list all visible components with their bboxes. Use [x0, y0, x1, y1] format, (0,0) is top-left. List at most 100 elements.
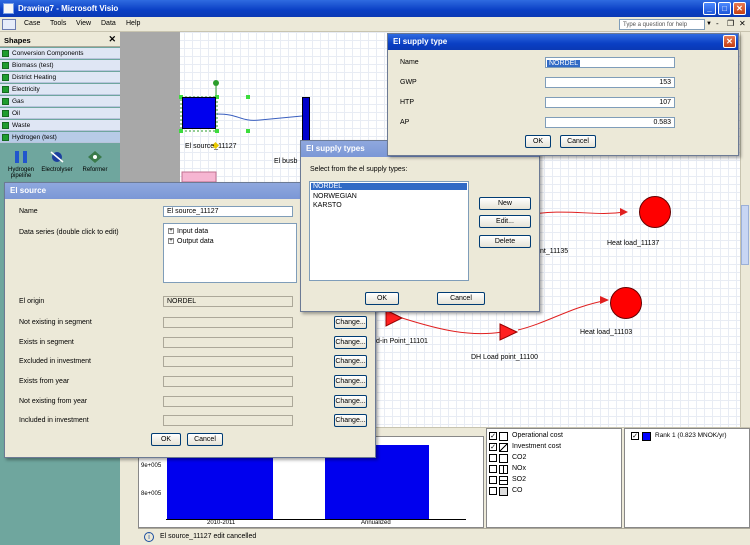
heat-load-shape[interactable]: [610, 287, 642, 319]
change-button[interactable]: Change...: [334, 414, 367, 427]
investment-cost-checkbox[interactable]: ✓: [489, 443, 497, 451]
stencil-icon: [2, 98, 9, 105]
data-series-tree[interactable]: + Input data + Output data: [163, 223, 297, 283]
vertical-scroll-thumb[interactable]: [741, 205, 749, 265]
stencil-oil[interactable]: Oil: [0, 108, 120, 119]
co-checkbox[interactable]: [489, 487, 497, 495]
ap-field[interactable]: 0.583: [545, 117, 675, 128]
operational-cost-checkbox[interactable]: ✓: [489, 432, 497, 440]
cancel-button[interactable]: Cancel: [187, 433, 223, 446]
info-icon: i: [144, 532, 154, 542]
list-item[interactable]: KARSTO: [313, 202, 342, 209]
doc-close-button[interactable]: ✕: [739, 20, 746, 28]
el-supply-type-title-text: El supply type: [393, 37, 448, 46]
maximize-button[interactable]: □: [718, 2, 731, 15]
rank-checkbox[interactable]: ✓: [631, 432, 639, 440]
help-search-input[interactable]: Type a question for help: [619, 19, 705, 30]
menu-case[interactable]: Case: [24, 20, 40, 27]
change-button[interactable]: Change...: [334, 316, 367, 329]
ok-button[interactable]: OK: [525, 135, 551, 148]
new-button[interactable]: New: [479, 197, 531, 210]
stencil-waste[interactable]: Waste: [0, 120, 120, 131]
master-hydrogen-pipeline[interactable]: Hydrogen pipeline: [2, 150, 40, 179]
row-label: Not existing in segment: [19, 319, 92, 326]
dh-load-point-label: DH Load point_11100: [471, 354, 539, 361]
menu-view[interactable]: View: [76, 20, 91, 27]
document-icon[interactable]: [2, 19, 16, 30]
investment-cost-swatch: [499, 443, 508, 452]
nox-swatch: [499, 465, 508, 474]
doc-restore-button[interactable]: ❐: [727, 20, 734, 28]
htp-field[interactable]: 107: [545, 97, 675, 108]
cancel-button[interactable]: Cancel: [560, 135, 596, 148]
ok-button[interactable]: OK: [365, 292, 399, 305]
shapes-header: Shapes ✕: [0, 32, 120, 47]
tree-node-output-data[interactable]: + Output data: [168, 238, 214, 245]
name-field[interactable]: El source_11127: [163, 206, 293, 217]
heat-load-label: Heat load_11103: [580, 329, 633, 336]
change-button[interactable]: Change...: [334, 375, 367, 388]
status-text: El source_11127 edit cancelled: [160, 533, 257, 540]
heat-load-shape[interactable]: [639, 196, 671, 228]
change-button[interactable]: Change...: [334, 336, 367, 349]
stencil-gas[interactable]: Gas: [0, 96, 120, 107]
name-label: Name: [19, 208, 38, 215]
x-tick-label: Annualized: [361, 520, 391, 526]
delete-button[interactable]: Delete: [479, 235, 531, 248]
help-dropdown-icon[interactable]: ▼: [706, 21, 712, 27]
gwp-field[interactable]: 153: [545, 77, 675, 88]
legend-label: NOx: [512, 465, 526, 472]
select-prompt: Select from the el supply types:: [310, 166, 408, 173]
stencil-icon: [2, 74, 9, 81]
window-title: Drawing7 - Microsoft Visio: [18, 4, 119, 13]
supply-types-list[interactable]: NORDEL NORWEGIAN KARSTO: [309, 181, 469, 281]
stencil-biomass[interactable]: Biomass (test): [0, 60, 120, 71]
year-field: [163, 376, 293, 387]
co2-checkbox[interactable]: [489, 454, 497, 462]
investment-field: [163, 415, 293, 426]
row-label: Excluded in investment: [19, 358, 91, 365]
investment-field: [163, 356, 293, 367]
heat-load-label: Heat load_11137: [607, 240, 660, 247]
stencil-label: Hydrogen (test): [12, 134, 57, 141]
cancel-button[interactable]: Cancel: [437, 292, 485, 305]
title-bar: Drawing7 - Microsoft Visio _ □ ✕: [0, 0, 750, 17]
master-electrolyser[interactable]: Electrolyser: [38, 150, 76, 173]
ok-button[interactable]: OK: [151, 433, 181, 446]
stencil-label: Conversion Components: [12, 50, 84, 57]
stencil-conversion-components[interactable]: Conversion Components: [0, 48, 120, 59]
minimize-button[interactable]: _: [703, 2, 716, 15]
menu-data[interactable]: Data: [101, 20, 116, 27]
expand-icon[interactable]: +: [168, 228, 174, 235]
stencil-electricity[interactable]: Electricity: [0, 84, 120, 95]
el-busbar-label: El busb: [274, 158, 298, 165]
so2-swatch: [499, 476, 508, 485]
el-origin-field[interactable]: NORDEL: [163, 296, 293, 307]
tree-node-input-data[interactable]: + Input data: [168, 228, 208, 235]
data-series-label: Data series (double click to edit): [19, 229, 119, 236]
y-tick-label: 9e+005: [141, 463, 162, 469]
change-button[interactable]: Change...: [334, 355, 367, 368]
close-dialog-button[interactable]: ✕: [723, 35, 736, 48]
stencil-hydrogen[interactable]: Hydrogen (test): [0, 132, 120, 143]
expand-icon[interactable]: +: [168, 238, 174, 245]
stencil-district-heating[interactable]: District Heating: [0, 72, 120, 83]
legend-label: Operational cost: [512, 432, 563, 439]
change-button[interactable]: Change...: [334, 395, 367, 408]
supply-name-field[interactable]: NORDEL: [545, 57, 675, 68]
nox-checkbox[interactable]: [489, 465, 497, 473]
el-source-shape[interactable]: [182, 97, 216, 129]
edit-button[interactable]: Edit...: [479, 215, 531, 228]
stencil-label: Electricity: [12, 86, 40, 93]
master-reformer[interactable]: Reformer: [76, 150, 114, 173]
list-item[interactable]: NORDEL: [311, 183, 467, 190]
doc-minimize-button[interactable]: -: [716, 20, 719, 28]
menu-help[interactable]: Help: [126, 20, 140, 27]
close-window-button[interactable]: ✕: [733, 2, 746, 15]
master-label: Hydrogen pipeline: [7, 167, 34, 179]
menu-tools[interactable]: Tools: [50, 20, 66, 27]
close-shapes-icon[interactable]: ✕: [108, 34, 116, 45]
row-label: Included in investment: [19, 417, 89, 424]
list-item[interactable]: NORWEGIAN: [313, 193, 357, 200]
so2-checkbox[interactable]: [489, 476, 497, 484]
